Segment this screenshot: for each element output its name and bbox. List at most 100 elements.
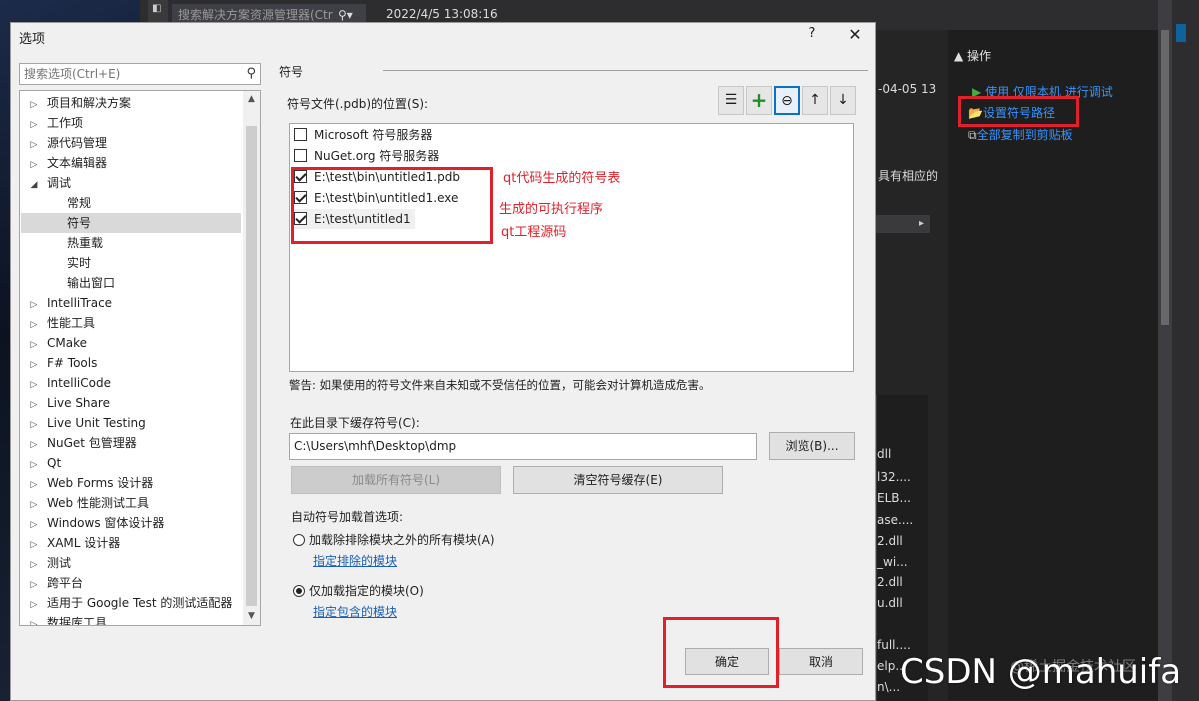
ide-expand-row[interactable]: ▸: [876, 215, 930, 233]
help-button[interactable]: ?: [804, 26, 820, 46]
expander-icon[interactable]: ▷: [27, 535, 41, 555]
expander-icon[interactable]: ▷: [27, 335, 41, 355]
debug-native-link[interactable]: ▶ 使用 仅限本机 进行调试: [972, 83, 1113, 100]
filter-list-icon[interactable]: ☰: [718, 86, 744, 115]
tree-item[interactable]: ▷ Live Share: [21, 393, 241, 413]
checkbox[interactable]: [294, 212, 307, 225]
checkbox[interactable]: [294, 128, 307, 141]
tree-item[interactable]: ▷ IntelliCode: [21, 373, 241, 393]
tree-item[interactable]: ▷ NuGet 包管理器: [21, 433, 241, 453]
expander-icon[interactable]: ▷: [27, 115, 41, 135]
expander-icon[interactable]: ▷: [27, 575, 41, 595]
copy-clipboard-link[interactable]: ⧉全部复制到剪贴板: [968, 126, 1073, 143]
list-item[interactable]: NuGet.org 符号服务器: [294, 146, 439, 166]
set-symbol-path-link[interactable]: 📂设置符号路径: [968, 104, 1055, 121]
expander-icon[interactable]: ▷: [27, 295, 41, 315]
tree-item[interactable]: ▷ XAML 设计器: [21, 533, 241, 553]
radio-button[interactable]: [293, 585, 305, 597]
tree-item-label: CMake: [47, 336, 87, 350]
options-search-input[interactable]: [20, 64, 234, 84]
expander-icon[interactable]: ▷: [27, 375, 41, 395]
tree-item[interactable]: ▷ 项目和解决方案: [21, 93, 241, 113]
clear-cache-button[interactable]: 清空符号缓存(E): [513, 466, 723, 494]
tree-item[interactable]: ▷ 源代码管理: [21, 133, 241, 153]
expander-icon[interactable]: ▷: [27, 155, 41, 175]
list-item[interactable]: Microsoft 符号服务器: [294, 125, 432, 145]
tree-item[interactable]: 符号: [21, 213, 241, 233]
expander-icon[interactable]: ▷: [27, 615, 41, 625]
tree-scrollbar-thumb[interactable]: [246, 126, 257, 606]
search-icon[interactable]: ⚲▾: [338, 8, 353, 22]
expander-icon[interactable]: ▷: [27, 475, 41, 495]
ide-timestamp: 2022/4/5 13:08:16: [386, 7, 498, 21]
ide-date-fragment: -04-05 13: [878, 82, 937, 96]
expander-icon[interactable]: ▷: [27, 135, 41, 155]
tree-item-label: 输出窗口: [67, 276, 116, 290]
arrow-down-icon[interactable]: ↓: [830, 86, 856, 115]
expander-icon[interactable]: ▷: [27, 555, 41, 575]
radio-button[interactable]: [293, 534, 305, 546]
tree-item[interactable]: ▷ Qt: [21, 453, 241, 473]
expander-icon[interactable]: ▷: [27, 515, 41, 535]
tree-item[interactable]: 实时: [21, 253, 241, 273]
scroll-down-icon[interactable]: ▼: [243, 608, 260, 625]
load-all-symbols-button[interactable]: 加载所有符号(L): [291, 466, 501, 494]
expander-icon[interactable]: ▷: [27, 395, 41, 415]
list-item[interactable]: E:\test\untitled1: [294, 209, 415, 229]
tree-item[interactable]: ▷ 适用于 Google Test 的测试适配器: [21, 593, 241, 613]
tree-item[interactable]: 常规: [21, 193, 241, 213]
tree-item[interactable]: ▷ Web Forms 设计器: [21, 473, 241, 493]
expander-icon[interactable]: ▷: [27, 495, 41, 515]
tree-item[interactable]: ▷ 跨平台: [21, 573, 241, 593]
tree-item[interactable]: ▷ Live Unit Testing: [21, 413, 241, 433]
tree-item-label: 工作项: [47, 116, 84, 130]
radio-load-specified[interactable]: 仅加载指定的模块(O): [293, 582, 424, 599]
tree-item[interactable]: ▷ 工作项: [21, 113, 241, 133]
checkbox[interactable]: [294, 149, 307, 162]
expander-icon[interactable]: ▷: [27, 435, 41, 455]
expander-icon[interactable]: ▷: [27, 595, 41, 615]
list-item[interactable]: E:\test\bin\untitled1.exe: [294, 188, 458, 208]
tree-item[interactable]: ▷ IntelliTrace: [21, 293, 241, 313]
cache-dir-input[interactable]: C:\Users\mhf\Desktop\dmp: [289, 433, 757, 460]
tree-item[interactable]: ▷ CMake: [21, 333, 241, 353]
search-icon[interactable]: ⚲: [246, 66, 256, 81]
list-item[interactable]: E:\test\bin\untitled1.pdb: [294, 167, 460, 187]
tree-item[interactable]: ◢ 调试: [21, 173, 241, 193]
cancel-button[interactable]: 取消: [779, 648, 863, 675]
browse-button[interactable]: 浏览(B)...: [769, 432, 855, 460]
expander-icon[interactable]: ▷: [27, 95, 41, 115]
scroll-up-icon[interactable]: ▲: [243, 91, 260, 108]
ide-scrollbar-thumb[interactable]: [1161, 30, 1169, 325]
tree-item[interactable]: ▷ Windows 窗体设计器: [21, 513, 241, 533]
tree-item-label: 跨平台: [47, 576, 84, 590]
tree-item[interactable]: 热重载: [21, 233, 241, 253]
tree-item[interactable]: ▷ F# Tools: [21, 353, 241, 373]
expander-icon[interactable]: ▷: [27, 355, 41, 375]
expander-icon[interactable]: ▷: [27, 455, 41, 475]
checkbox[interactable]: [294, 170, 307, 183]
close-icon[interactable]: ✕: [845, 25, 865, 47]
tree-item[interactable]: ▷ Web 性能测试工具: [21, 493, 241, 513]
included-modules-link[interactable]: 指定包含的模块: [313, 603, 397, 620]
radio-load-all[interactable]: 加载除排除模块之外的所有模块(A): [293, 531, 495, 548]
tree-item-label: F# Tools: [47, 356, 98, 370]
options-dialog: 选项 ? ✕ ⚲ ▷ 数据库工具 ▷ 适用于 Google Test 的测试适配器 ▷ 跨…: [10, 22, 876, 701]
tree-item[interactable]: ▷ 文本编辑器: [21, 153, 241, 173]
list-item: dll: [877, 447, 892, 461]
tree-item-label: 调试: [47, 176, 72, 190]
tree-item[interactable]: ▷ 性能工具: [21, 313, 241, 333]
expander-icon[interactable]: ◢: [27, 175, 41, 195]
tree-item[interactable]: ▷ 测试: [21, 553, 241, 573]
tree-scrollbar[interactable]: ▲ ▼: [243, 91, 260, 625]
expander-icon[interactable]: ▷: [27, 315, 41, 335]
expander-icon[interactable]: ▷: [27, 415, 41, 435]
excluded-modules-link[interactable]: 指定排除的模块: [313, 552, 397, 569]
arrow-up-icon[interactable]: ↑: [802, 86, 828, 115]
minus-circle-icon[interactable]: ⊖: [774, 86, 800, 115]
plus-icon[interactable]: +: [746, 86, 772, 115]
tree-item[interactable]: 输出窗口: [21, 273, 241, 293]
checkbox[interactable]: [294, 191, 307, 204]
ok-button[interactable]: 确定: [685, 648, 769, 675]
tree-item[interactable]: ▷ 数据库工具: [21, 613, 241, 625]
